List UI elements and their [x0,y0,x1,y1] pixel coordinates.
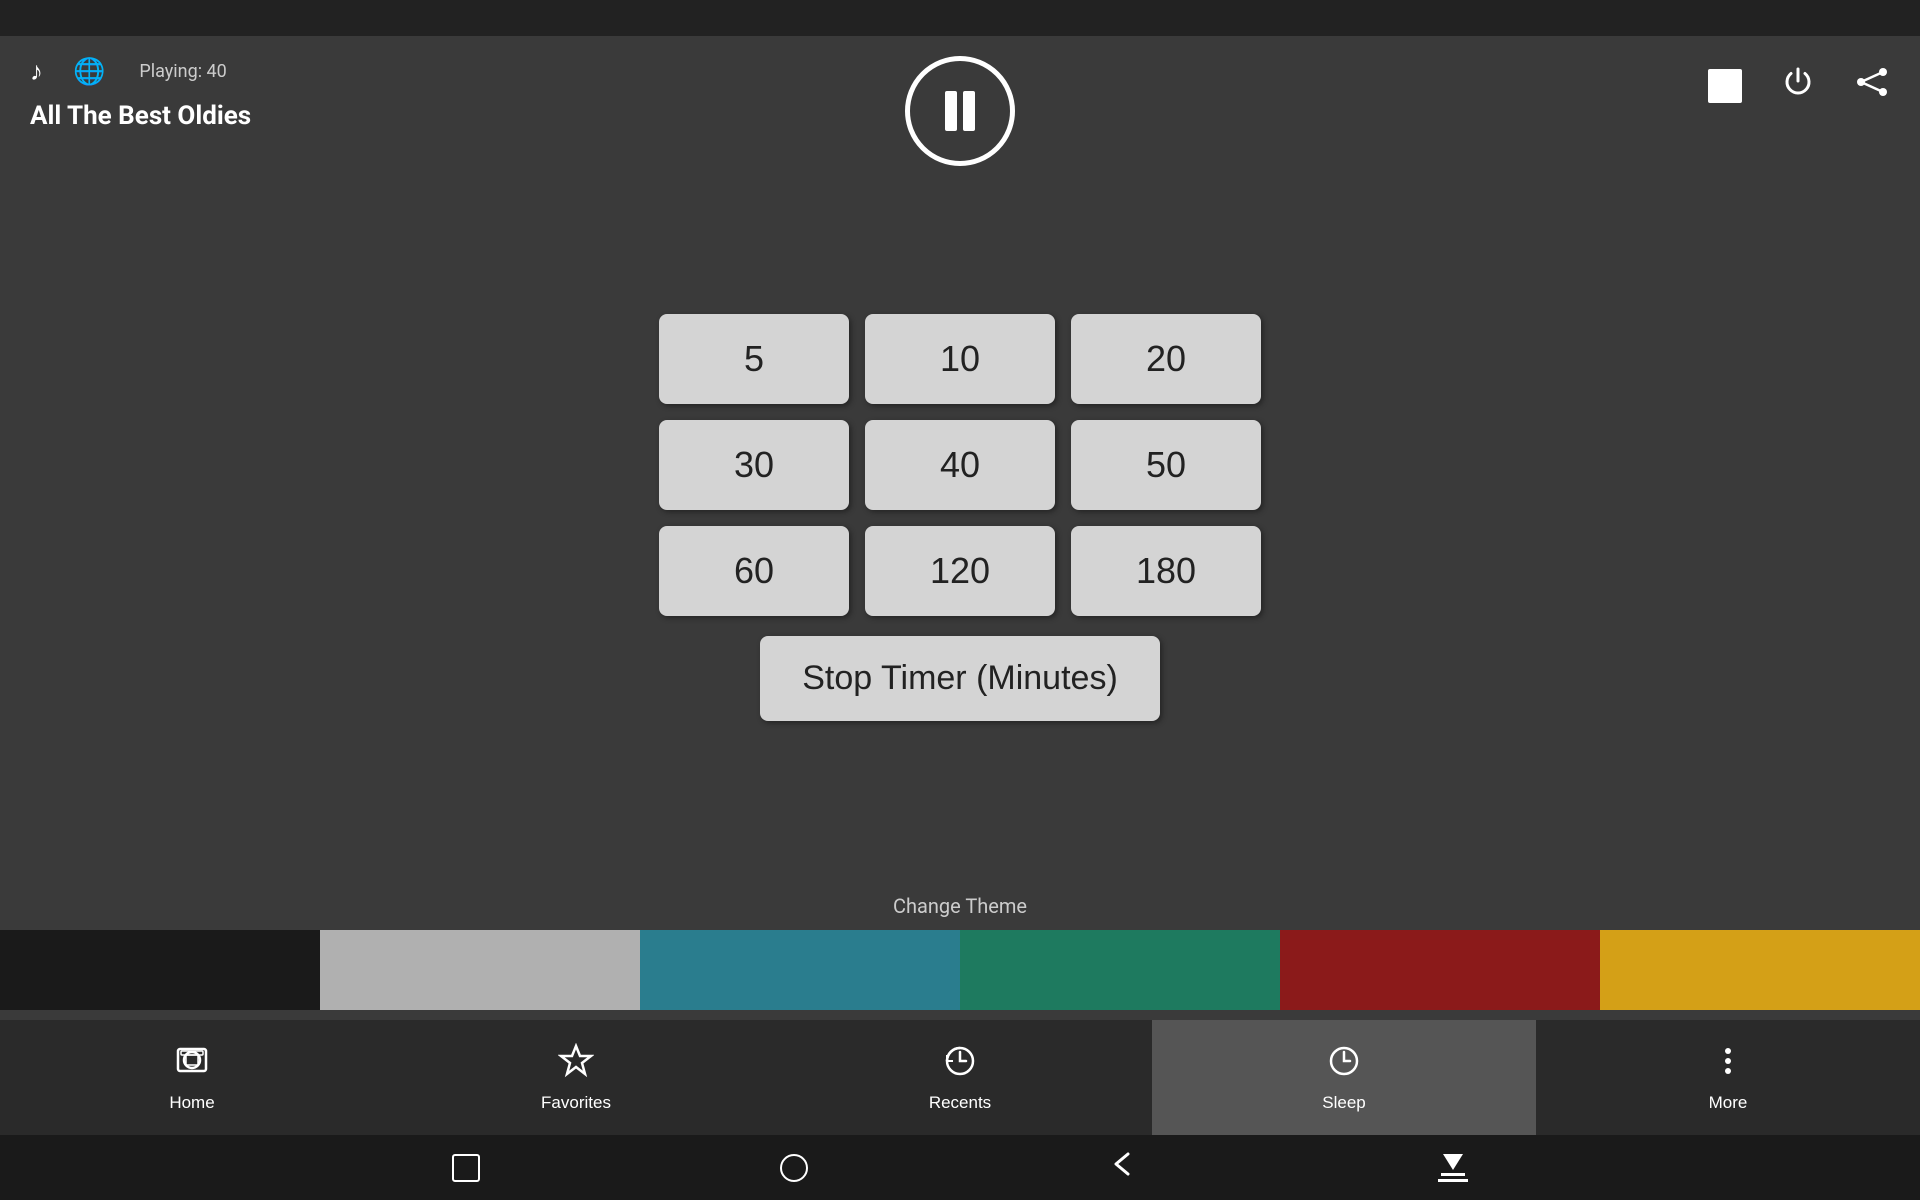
timer-btn-40[interactable]: 40 [865,420,1055,510]
pause-button-container [905,56,1015,166]
timer-btn-50[interactable]: 50 [1071,420,1261,510]
history-icon [942,1043,978,1087]
square-icon [452,1154,480,1182]
power-button[interactable] [1782,66,1814,105]
nav-recents-label: Recents [929,1093,991,1113]
globe-icon[interactable]: 🌐 [73,57,105,87]
timer-btn-30[interactable]: 30 [659,420,849,510]
more-dots-icon [1710,1043,1746,1087]
header: ♪ 🌐 Playing: 40 All The Best Oldies [0,36,1920,141]
pause-icon [945,91,975,131]
theme-swatch-teal[interactable] [640,930,960,1010]
sys-back-button[interactable] [452,1154,480,1182]
header-icons-right [1708,56,1890,105]
playing-text: Playing: 40 [139,61,226,82]
music-icon[interactable]: ♪ [30,56,43,87]
theme-swatch-black[interactable] [0,930,320,1010]
theme-swatch-red[interactable] [1280,930,1600,1010]
bottom-nav: Home Favorites Recents [0,1020,1920,1135]
circle-icon [780,1154,808,1182]
sys-home-button[interactable] [780,1154,808,1182]
theme-section: Change Theme [0,894,1920,1010]
nav-sleep[interactable]: Sleep [1152,1020,1536,1135]
header-icons-left: ♪ 🌐 Playing: 40 [30,56,251,87]
back-arrow-icon [1108,1150,1138,1178]
timer-btn-60[interactable]: 60 [659,526,849,616]
change-theme-label: Change Theme [893,894,1027,918]
download-icon [1438,1154,1468,1182]
home-icon [174,1043,210,1087]
nav-favorites-label: Favorites [541,1093,611,1113]
nav-sleep-label: Sleep [1322,1093,1365,1113]
status-bar [0,0,1920,36]
share-button[interactable] [1854,67,1890,104]
nav-home-label: Home [169,1093,214,1113]
theme-swatch-gray[interactable] [320,930,640,1010]
timer-btn-5[interactable]: 5 [659,314,849,404]
star-icon [558,1043,594,1087]
timer-btn-120[interactable]: 120 [865,526,1055,616]
header-left: ♪ 🌐 Playing: 40 All The Best Oldies [30,56,251,131]
timer-btn-20[interactable]: 20 [1071,314,1261,404]
timer-btn-180[interactable]: 180 [1071,526,1261,616]
timer-btn-10[interactable]: 10 [865,314,1055,404]
sys-download-button[interactable] [1438,1154,1468,1182]
sys-recent-button[interactable] [1108,1150,1138,1185]
pause-button[interactable] [905,56,1015,166]
clock-icon [1326,1043,1362,1087]
system-nav-bar [0,1135,1920,1200]
nav-more[interactable]: More [1536,1020,1920,1135]
theme-swatches [0,930,1920,1010]
theme-swatch-green[interactable] [960,930,1280,1010]
nav-home[interactable]: Home [0,1020,384,1135]
theme-swatch-yellow[interactable] [1600,930,1920,1010]
nav-more-label: More [1709,1093,1748,1113]
timer-section: 5 10 20 30 40 50 60 120 180 Stop Timer (… [0,141,1920,894]
stop-icon[interactable] [1708,69,1742,103]
station-name: All The Best Oldies [30,101,251,131]
main-content: ♪ 🌐 Playing: 40 All The Best Oldies [0,36,1920,1020]
nav-recents[interactable]: Recents [768,1020,1152,1135]
timer-grid: 5 10 20 30 40 50 60 120 180 [659,314,1261,616]
stop-timer-button[interactable]: Stop Timer (Minutes) [760,636,1160,721]
nav-favorites[interactable]: Favorites [384,1020,768,1135]
